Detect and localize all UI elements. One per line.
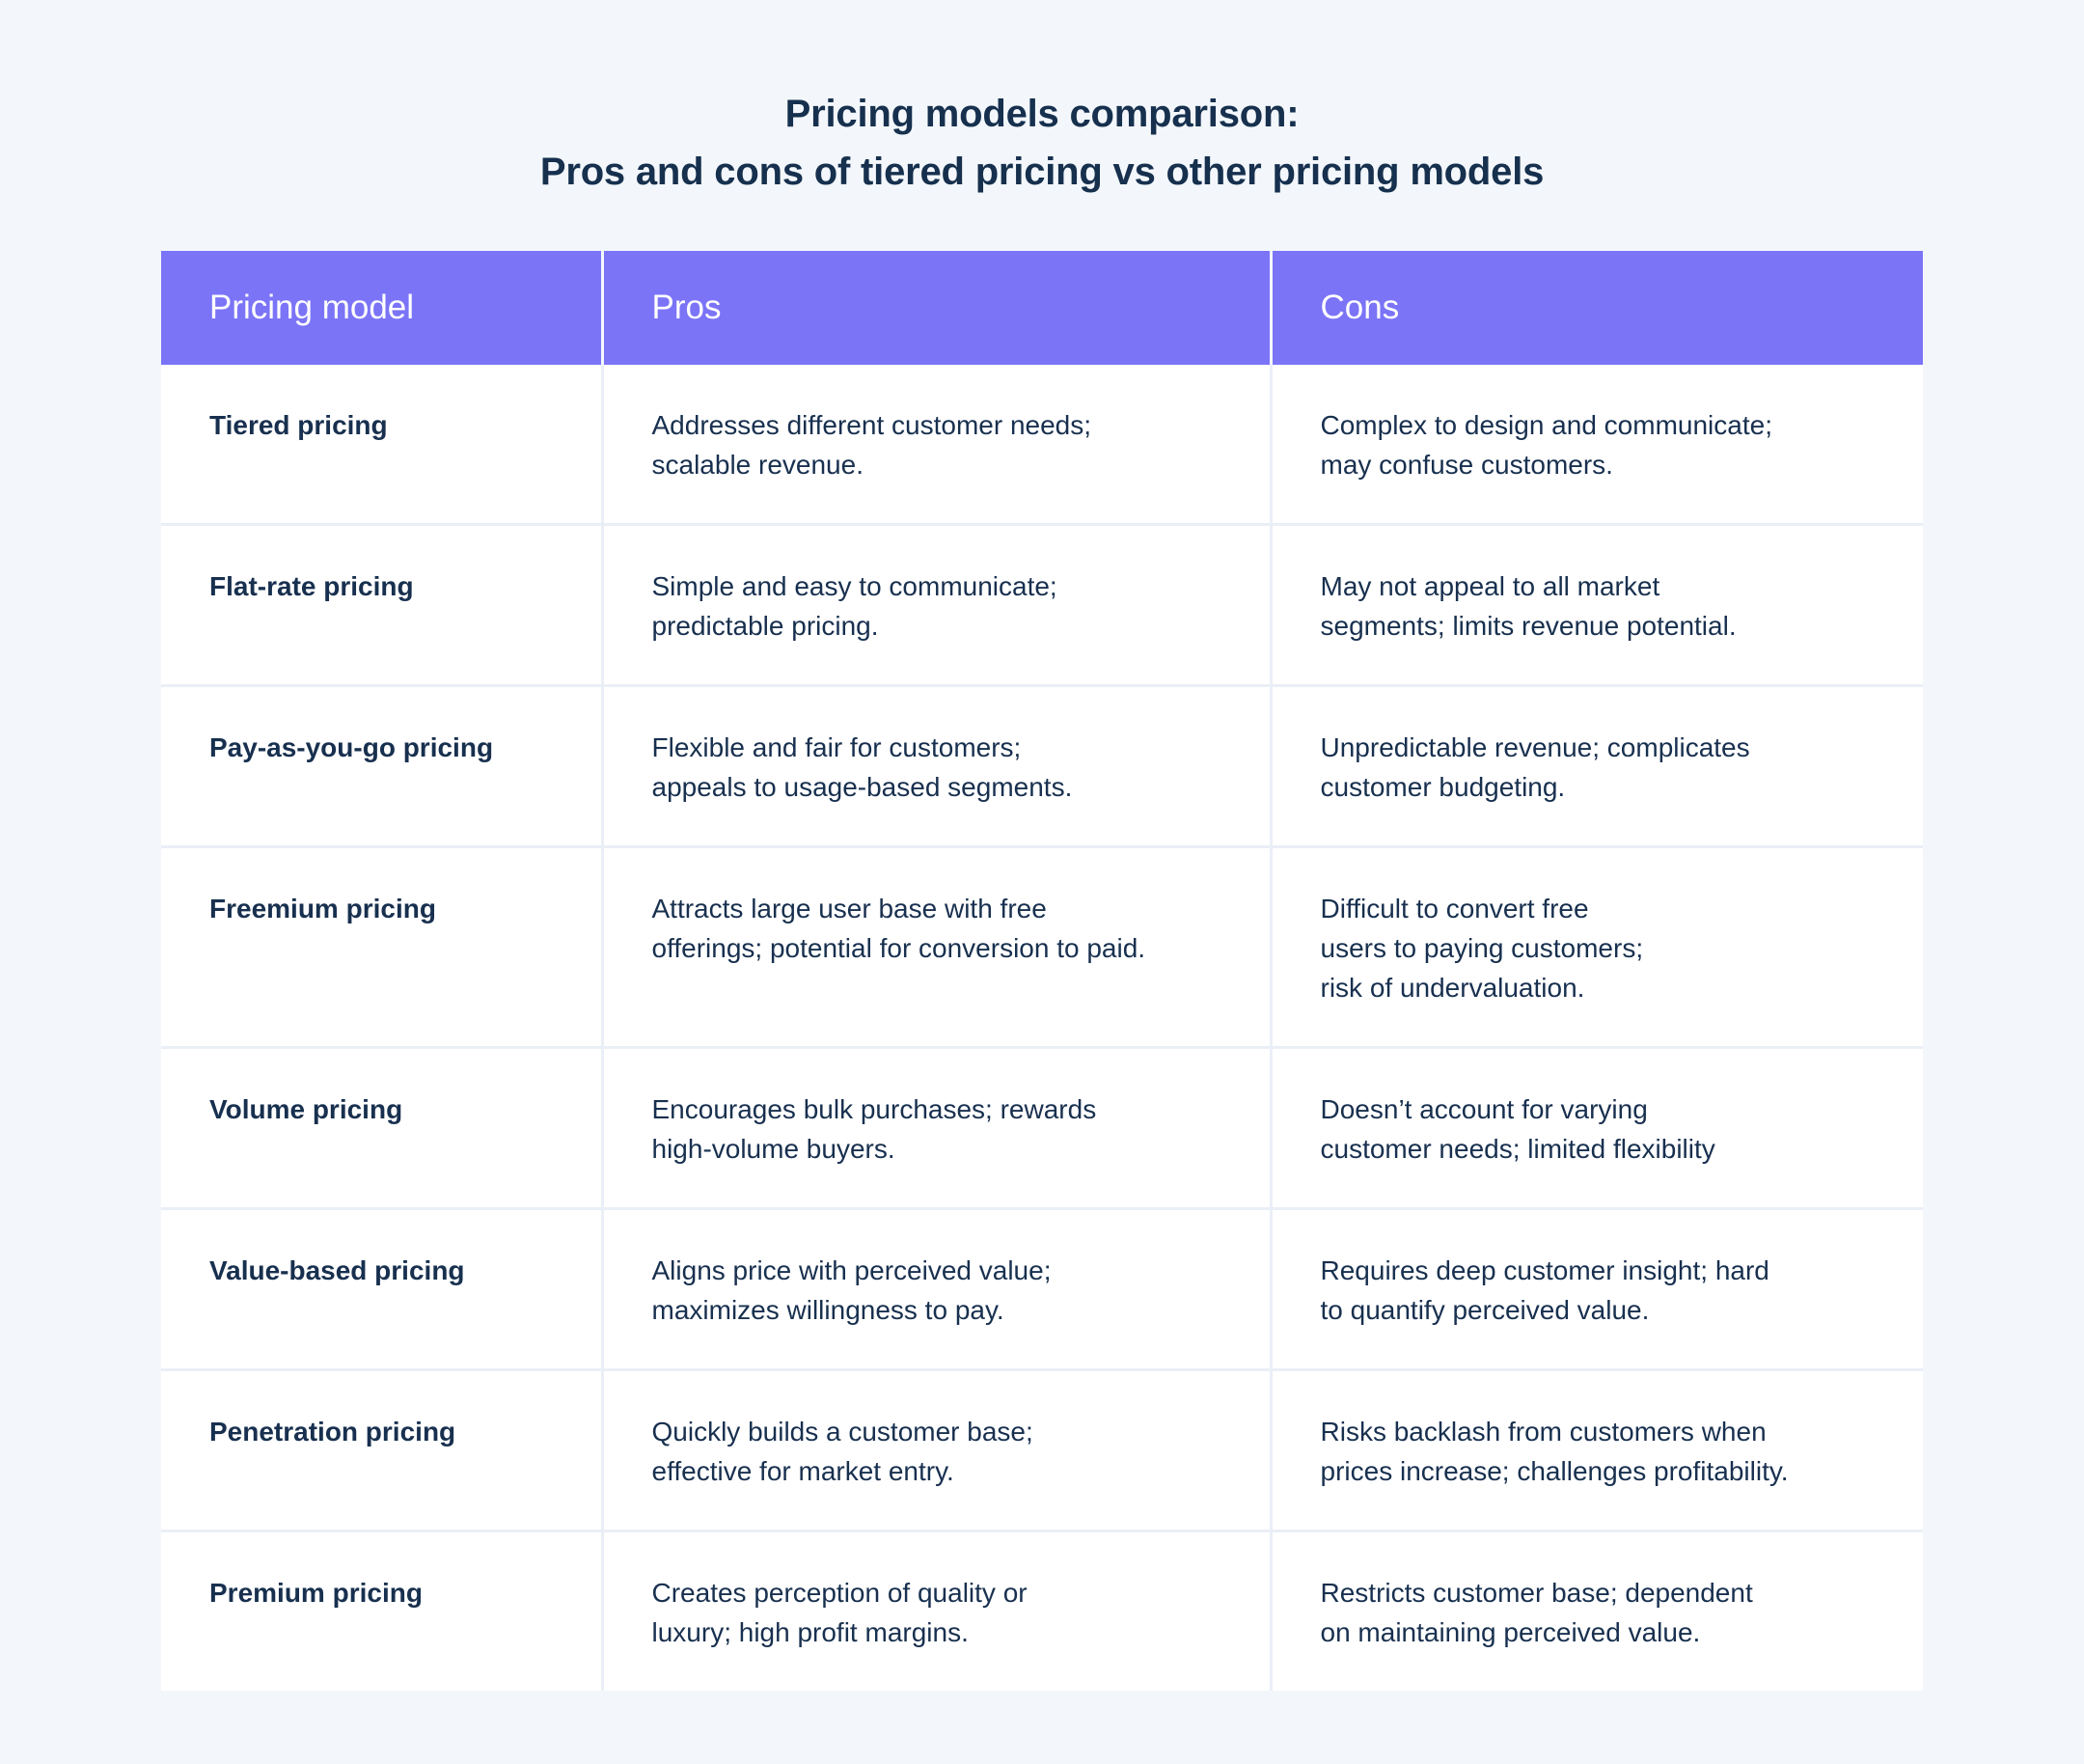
- column-header-pros: Pros: [602, 251, 1273, 365]
- cell-line: maximizes willingness to pay.: [651, 1295, 1004, 1325]
- cell-line: customer needs; limited flexibility: [1320, 1134, 1715, 1164]
- cell-line: predictable pricing.: [651, 611, 879, 641]
- cell-cons: Unpredictable revenue; complicates custom…: [1271, 685, 1923, 848]
- column-header-pricing-model: Pricing model: [161, 251, 604, 365]
- cell-pricing-model: Volume pricing: [161, 1047, 604, 1210]
- cell-line: Creates perception of quality or: [651, 1578, 1028, 1608]
- cell-pros: Quickly builds a customer base; effective…: [602, 1369, 1273, 1532]
- page-root: Pricing models comparison: Pros and cons…: [0, 0, 2084, 1764]
- cell-pros: Creates perception of quality or luxury; …: [602, 1530, 1273, 1691]
- table-row: Penetration pricing Quickly builds a cust…: [161, 1369, 1923, 1532]
- cell-cons: Difficult to convert free users to paying…: [1271, 846, 1923, 1049]
- table-row: Freemium pricing Attracts large user base…: [161, 846, 1923, 1049]
- cell-line: Risks backlash from customers when: [1320, 1417, 1767, 1447]
- table-header-row: Pricing model Pros Cons: [161, 251, 1923, 365]
- table-row: Flat-rate pricing Simple and easy to comm…: [161, 524, 1923, 687]
- cell-line: high-volume buyers.: [651, 1134, 895, 1164]
- pricing-comparison-table: Pricing model Pros Cons Tiered pricing Ad…: [161, 251, 1923, 1691]
- page-title-line-1: Pricing models comparison:: [784, 93, 1300, 135]
- cell-line: users to paying customers;: [1320, 933, 1644, 963]
- cell-line: to quantify perceived value.: [1320, 1295, 1650, 1325]
- cell-pricing-model: Tiered pricing: [161, 365, 604, 526]
- comparison-table-container: Pricing model Pros Cons Tiered pricing Ad…: [161, 251, 1923, 1691]
- cell-line: May not appeal to all market: [1320, 571, 1660, 601]
- cell-line: Addresses different customer needs;: [651, 410, 1092, 440]
- cell-pros: Simple and easy to communicate; predictab…: [602, 524, 1273, 687]
- cell-cons: Complex to design and communicate; may co…: [1271, 365, 1923, 526]
- cell-pros: Attracts large user base with free offeri…: [602, 846, 1273, 1049]
- cell-pricing-model: Flat-rate pricing: [161, 524, 604, 687]
- table-row: Tiered pricing Addresses different custom…: [161, 365, 1923, 526]
- page-title: Pricing models comparison: Pros and cons…: [0, 0, 2084, 201]
- cell-line: Attracts large user base with free: [651, 894, 1047, 923]
- table-row: Pay-as-you-go pricing Flexible and fair f…: [161, 685, 1923, 848]
- cell-pricing-model: Freemium pricing: [161, 846, 604, 1049]
- cell-line: may confuse customers.: [1320, 450, 1613, 480]
- cell-cons: Requires deep customer insight; hard to q…: [1271, 1208, 1923, 1371]
- cell-line: Complex to design and communicate;: [1320, 410, 1772, 440]
- cell-line: Difficult to convert free: [1320, 894, 1589, 923]
- cell-line: appeals to usage-based segments.: [651, 772, 1073, 802]
- cell-line: on maintaining perceived value.: [1320, 1617, 1701, 1647]
- table-header: Pricing model Pros Cons: [161, 251, 1923, 365]
- cell-cons: Restricts customer base; dependent on mai…: [1271, 1530, 1923, 1691]
- table-row: Volume pricing Encourages bulk purchases;…: [161, 1047, 1923, 1210]
- cell-pricing-model: Premium pricing: [161, 1530, 604, 1691]
- cell-pros: Addresses different customer needs; scala…: [602, 365, 1273, 526]
- cell-pros: Flexible and fair for customers; appeals …: [602, 685, 1273, 848]
- table-body: Tiered pricing Addresses different custom…: [161, 365, 1923, 1691]
- cell-line: Restricts customer base; dependent: [1320, 1578, 1753, 1608]
- cell-line: effective for market entry.: [651, 1456, 954, 1486]
- cell-line: Unpredictable revenue; complicates: [1320, 732, 1750, 762]
- cell-pros: Encourages bulk purchases; rewards high-v…: [602, 1047, 1273, 1210]
- cell-pricing-model: Value-based pricing: [161, 1208, 604, 1371]
- cell-cons: May not appeal to all market segments; li…: [1271, 524, 1923, 687]
- cell-line: customer budgeting.: [1320, 772, 1566, 802]
- cell-line: Flexible and fair for customers;: [651, 732, 1022, 762]
- cell-line: Encourages bulk purchases; rewards: [651, 1094, 1097, 1124]
- cell-line: Doesn’t account for varying: [1320, 1094, 1648, 1124]
- cell-line: Aligns price with perceived value;: [651, 1255, 1052, 1285]
- cell-line: Requires deep customer insight; hard: [1320, 1255, 1769, 1285]
- cell-line: segments; limits revenue potential.: [1320, 611, 1737, 641]
- cell-pricing-model: Pay-as-you-go pricing: [161, 685, 604, 848]
- cell-line: risk of undervaluation.: [1320, 973, 1585, 1003]
- column-header-cons: Cons: [1271, 251, 1923, 365]
- cell-cons: Risks backlash from customers when prices…: [1271, 1369, 1923, 1532]
- cell-line: offerings; potential for conversion to p…: [651, 933, 1146, 963]
- table-row: Value-based pricing Aligns price with per…: [161, 1208, 1923, 1371]
- page-title-line-2: Pros and cons of tiered pricing vs other…: [539, 151, 1545, 193]
- cell-line: scalable revenue.: [651, 450, 864, 480]
- cell-line: Quickly builds a customer base;: [651, 1417, 1033, 1447]
- cell-line: luxury; high profit margins.: [651, 1617, 969, 1647]
- cell-line: prices increase; challenges profitabilit…: [1320, 1456, 1789, 1486]
- cell-pricing-model: Penetration pricing: [161, 1369, 604, 1532]
- table-row: Premium pricing Creates perception of qua…: [161, 1530, 1923, 1691]
- cell-cons: Doesn’t account for varying customer need…: [1271, 1047, 1923, 1210]
- cell-pros: Aligns price with perceived value; maximi…: [602, 1208, 1273, 1371]
- cell-line: Simple and easy to communicate;: [651, 571, 1057, 601]
